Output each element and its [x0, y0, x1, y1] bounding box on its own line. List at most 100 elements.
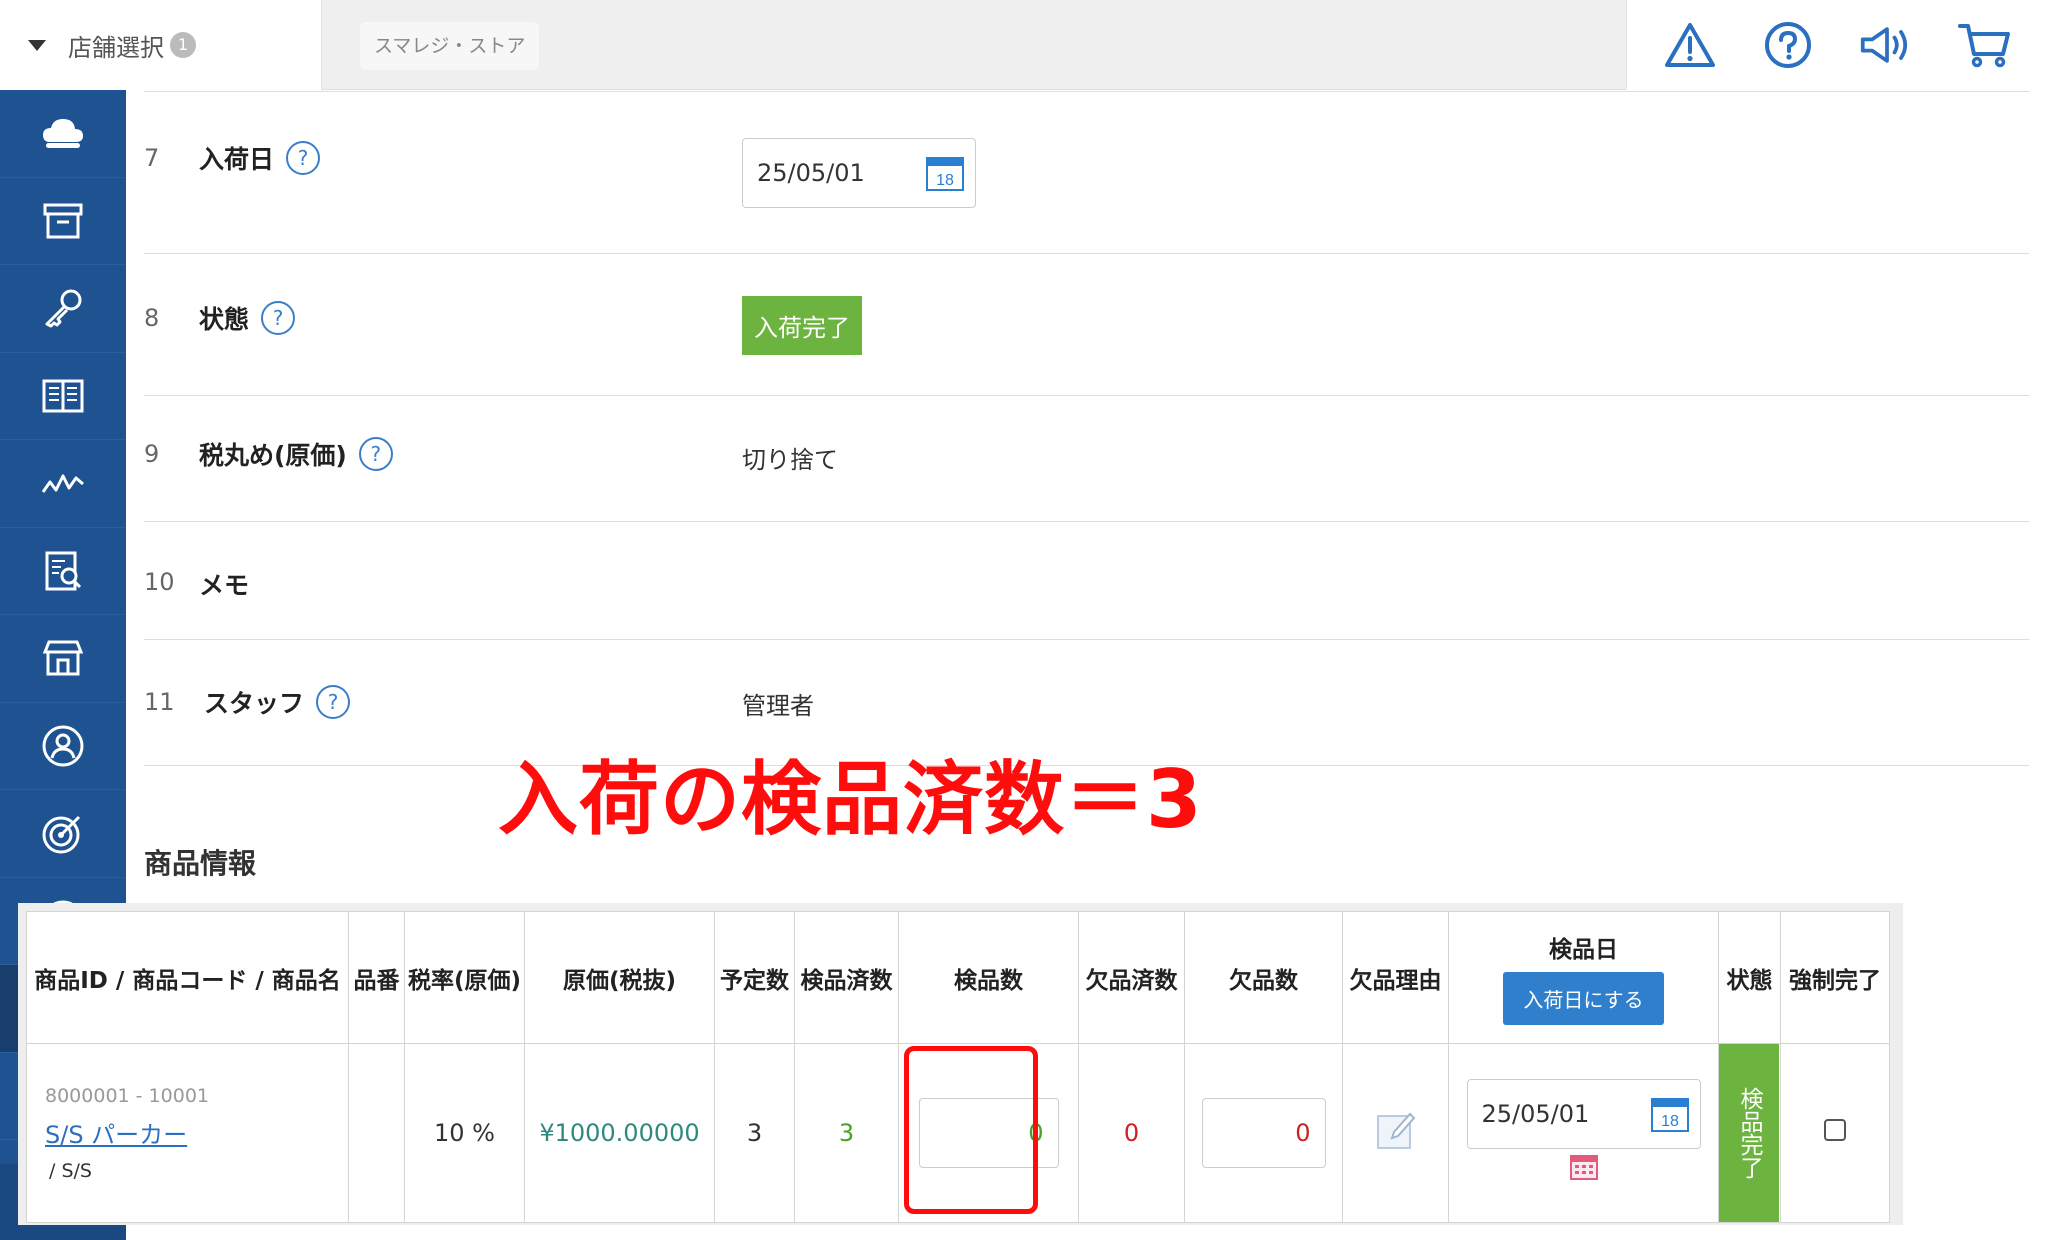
sidebar-item-store[interactable]: [0, 615, 126, 703]
product-cell: 8000001 - 10001 S/S パーカー / S/S: [26, 1043, 349, 1223]
caret-down-icon: [28, 39, 46, 51]
col-header-cost: 原価(税抜): [524, 911, 715, 1044]
top-divider: [144, 90, 2029, 92]
store-select-dropdown[interactable]: 店舗選択 1: [0, 0, 322, 90]
help-icon[interactable]: ?: [286, 141, 321, 175]
product-name-link[interactable]: S/S パーカー: [45, 1121, 187, 1149]
col-header-inspect-date-label: 検品日: [1549, 937, 1618, 963]
row-label-text: 入荷日: [199, 145, 275, 174]
row-label-text: スタッフ: [204, 689, 305, 718]
row-number: 9: [144, 440, 160, 468]
status-value: 入荷完了: [742, 296, 862, 355]
store-count-badge: 1: [170, 32, 196, 58]
row-label: 入荷日 ?: [199, 140, 321, 176]
help-icon[interactable]: ?: [358, 437, 393, 471]
shortage-done-cell: 0: [1078, 1043, 1185, 1223]
arrival-date-input[interactable]: 25/05/01 18: [742, 138, 976, 208]
row-label-text: メモ: [199, 571, 250, 600]
top-icon-bar: [1626, 0, 2048, 90]
sidebar-item-archive[interactable]: [0, 178, 126, 265]
form-row-arrival-date: 7 入荷日 ? 25/05/01 18: [144, 96, 2029, 254]
col-header-shortage-reason: 欠品理由: [1342, 911, 1449, 1044]
form-row-status: 8 状態 ? 入荷完了: [144, 254, 2029, 396]
help-icon[interactable]: ?: [316, 685, 351, 719]
sidebar-item-report[interactable]: [0, 528, 126, 615]
cart-icon[interactable]: [1957, 17, 2013, 73]
cost-cell: ¥1000.00000: [524, 1043, 715, 1223]
store-select-label: 店舗選択: [68, 33, 164, 62]
sidebar-item-key[interactable]: [0, 265, 126, 353]
store-icon: [42, 640, 84, 676]
calendar-picker-icon[interactable]: [1569, 1153, 1599, 1181]
help-icon[interactable]: ?: [261, 301, 296, 335]
row-number: 8: [144, 304, 160, 332]
section-title: 商品情報: [144, 847, 257, 880]
staff-value: 管理者: [742, 692, 814, 720]
row-label: 税丸め(原価) ?: [199, 436, 393, 472]
arrival-date-value: 25/05/01: [757, 159, 865, 187]
col-header-status: 状態: [1718, 911, 1781, 1044]
form-row-tax-rounding: 9 税丸め(原価) ? 切り捨て: [144, 396, 2029, 522]
set-arrival-date-button[interactable]: 入荷日にする: [1503, 972, 1664, 1025]
col-header-product: 商品ID / 商品コード / 商品名: [26, 911, 349, 1044]
col-header-shortage-count: 欠品数: [1184, 911, 1343, 1044]
row-label: メモ: [199, 566, 249, 602]
sidebar-item-target[interactable]: [0, 790, 126, 878]
sidebar-item-analytics[interactable]: [0, 440, 126, 528]
tax-rounding-value: 切り捨て: [742, 446, 838, 474]
row-number: 7: [144, 144, 160, 172]
status-cell: 検品完了: [1718, 1043, 1781, 1223]
row-number: 10: [144, 568, 175, 596]
top-bar: 店舗選択 1 スマレジ・ストア: [0, 0, 2048, 90]
warning-icon[interactable]: [1662, 17, 1718, 73]
calendar-icon[interactable]: 18: [925, 153, 965, 193]
calendar-icon[interactable]: 18: [1650, 1094, 1690, 1134]
row-label-text: 状態: [199, 305, 250, 334]
inspect-date-cell: 25/05/01 18: [1448, 1043, 1719, 1223]
cloud-icon: [43, 119, 83, 149]
col-header-tax-rate: 税率(原価): [404, 911, 525, 1044]
sidebar-item-customer[interactable]: [0, 703, 126, 790]
product-ids: 8000001 - 10001: [45, 1084, 209, 1107]
inspect-date-value: 25/05/01: [1481, 1100, 1590, 1128]
book-icon: [42, 379, 84, 413]
store-chip[interactable]: スマレジ・ストア: [360, 22, 540, 70]
planned-cell: 3: [714, 1043, 795, 1223]
form-row-memo: 10 メモ: [144, 522, 2029, 640]
help-icon[interactable]: [1760, 17, 1816, 73]
box-icon: [43, 203, 83, 239]
chart-icon: [41, 474, 84, 494]
status-badge: 入荷完了: [742, 296, 862, 355]
customer-icon: [42, 725, 84, 767]
svg-text:18: 18: [936, 172, 954, 189]
col-header-planned: 予定数: [714, 911, 795, 1044]
col-header-inspect-count: 検品数: [898, 911, 1079, 1044]
megaphone-icon[interactable]: [1859, 17, 1915, 73]
sidebar-item-cloud[interactable]: [0, 90, 126, 178]
product-sub: / S/S: [49, 1159, 92, 1182]
svg-text:18: 18: [1661, 1113, 1679, 1130]
hinban-cell: [348, 1043, 405, 1223]
inspected-done-cell: 3: [794, 1043, 899, 1223]
row-label: スタッフ ?: [204, 684, 351, 720]
col-header-inspected-done: 検品済数: [794, 911, 899, 1044]
inspection-status-badge: 検品完了: [1719, 1044, 1779, 1222]
report-icon: [45, 551, 82, 591]
sidebar-item-book[interactable]: [0, 353, 126, 440]
force-complete-checkbox[interactable]: [1824, 1119, 1846, 1141]
shortage-count-input[interactable]: 0: [1201, 1098, 1326, 1168]
key-icon: [45, 289, 82, 328]
annotation-highlight-box: [904, 1046, 1038, 1214]
row-label: 状態 ?: [199, 300, 296, 336]
col-header-hinban: 品番: [348, 911, 405, 1044]
col-header-shortage-done: 欠品済数: [1078, 911, 1185, 1044]
col-header-inspect-date: 検品日 入荷日にする: [1448, 911, 1719, 1044]
edit-note-icon[interactable]: [1374, 1108, 1418, 1152]
inspect-date-input[interactable]: 25/05/01 18: [1466, 1079, 1701, 1149]
tax-rate-cell: 10 %: [404, 1043, 525, 1223]
target-icon: [42, 816, 81, 854]
shortage-count-cell: 0: [1184, 1043, 1343, 1223]
col-header-force-complete: 強制完了: [1780, 911, 1890, 1044]
shortage-reason-cell: [1342, 1043, 1449, 1223]
row-number: 11: [144, 688, 175, 716]
